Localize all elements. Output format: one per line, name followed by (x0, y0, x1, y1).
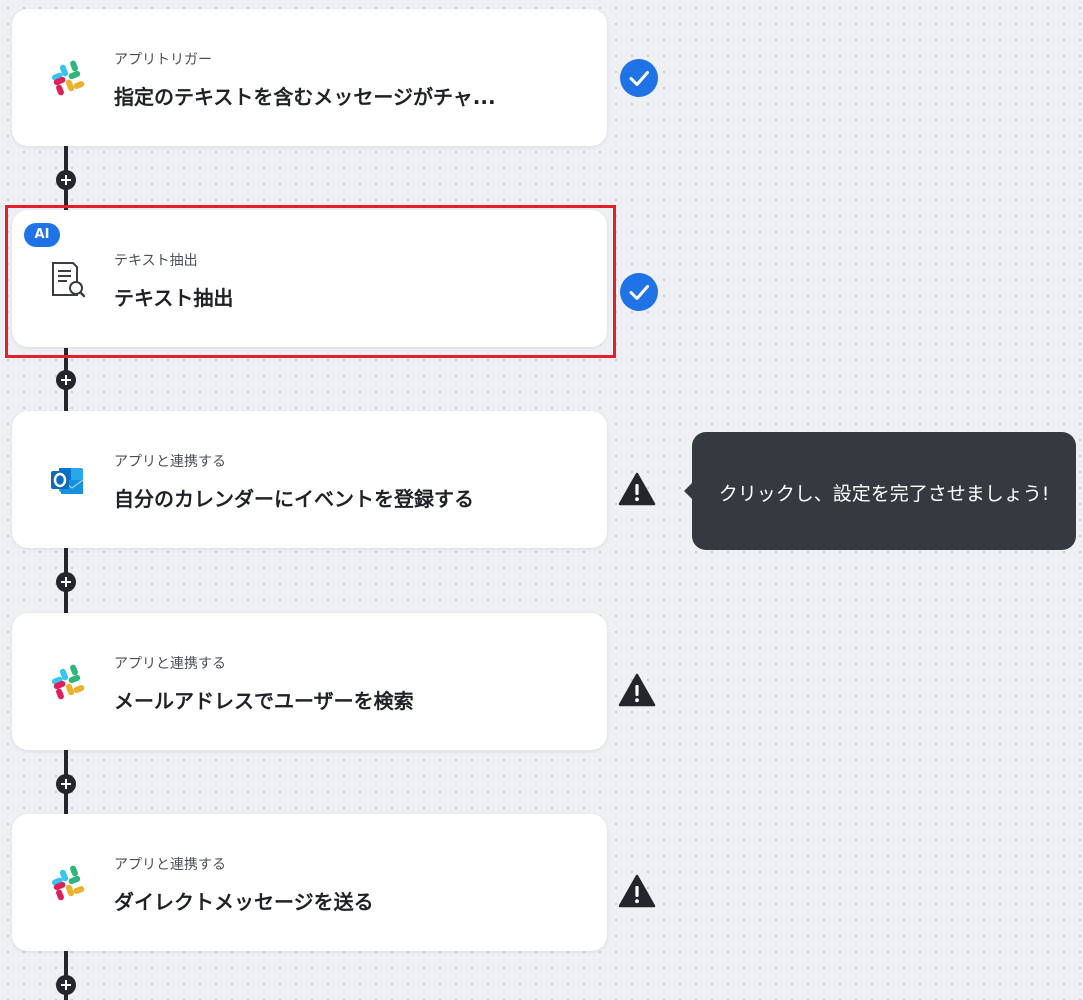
step-title: メールアドレスでユーザーを検索 (114, 689, 414, 713)
flow-step-card[interactable]: アプリと連携する ダイレクトメッセージを送る (12, 814, 607, 951)
slack-icon (47, 662, 87, 702)
step-title: テキスト抽出 (114, 286, 234, 310)
step-title: ダイレクトメッセージを送る (114, 890, 374, 914)
add-step-button[interactable] (56, 572, 76, 592)
ai-badge: AI (24, 223, 60, 247)
tooltip-text: クリックし、設定を完了させましょう! (718, 483, 1050, 505)
step-type-label: アプリと連携する (114, 454, 226, 470)
add-step-button[interactable] (56, 975, 76, 995)
step-type-label: アプリと連携する (114, 656, 226, 672)
flow-step-card[interactable]: AI テキスト抽出 テキスト抽出 (12, 210, 607, 347)
text-extract-icon (47, 259, 87, 299)
step-type-label: アプリと連携する (114, 857, 226, 873)
slack-icon (47, 58, 87, 98)
outlook-icon (47, 460, 87, 500)
add-step-button[interactable] (56, 370, 76, 390)
flow-step-card[interactable]: アプリと連携する 自分のカレンダーにイベントを登録する (12, 411, 607, 548)
step-type-label: アプリトリガー (114, 52, 212, 68)
flow-step-card[interactable]: アプリトリガー 指定のテキストを含むメッセージがチャ... (12, 9, 607, 146)
warning-icon (618, 873, 656, 909)
step-title: 指定のテキストを含むメッセージがチャ... (114, 85, 496, 109)
warning-icon (618, 672, 656, 708)
warning-icon (618, 471, 656, 507)
flow-step-card[interactable]: アプリと連携する メールアドレスでユーザーを検索 (12, 613, 607, 750)
add-step-button[interactable] (56, 170, 76, 190)
step-type-label: テキスト抽出 (114, 253, 198, 269)
slack-icon (47, 863, 87, 903)
complete-check-icon (620, 273, 658, 311)
setup-tooltip[interactable]: クリックし、設定を完了させましょう! (684, 432, 1076, 550)
step-title: 自分のカレンダーにイベントを登録する (114, 487, 474, 511)
complete-check-icon (620, 59, 658, 97)
add-step-button[interactable] (56, 774, 76, 794)
